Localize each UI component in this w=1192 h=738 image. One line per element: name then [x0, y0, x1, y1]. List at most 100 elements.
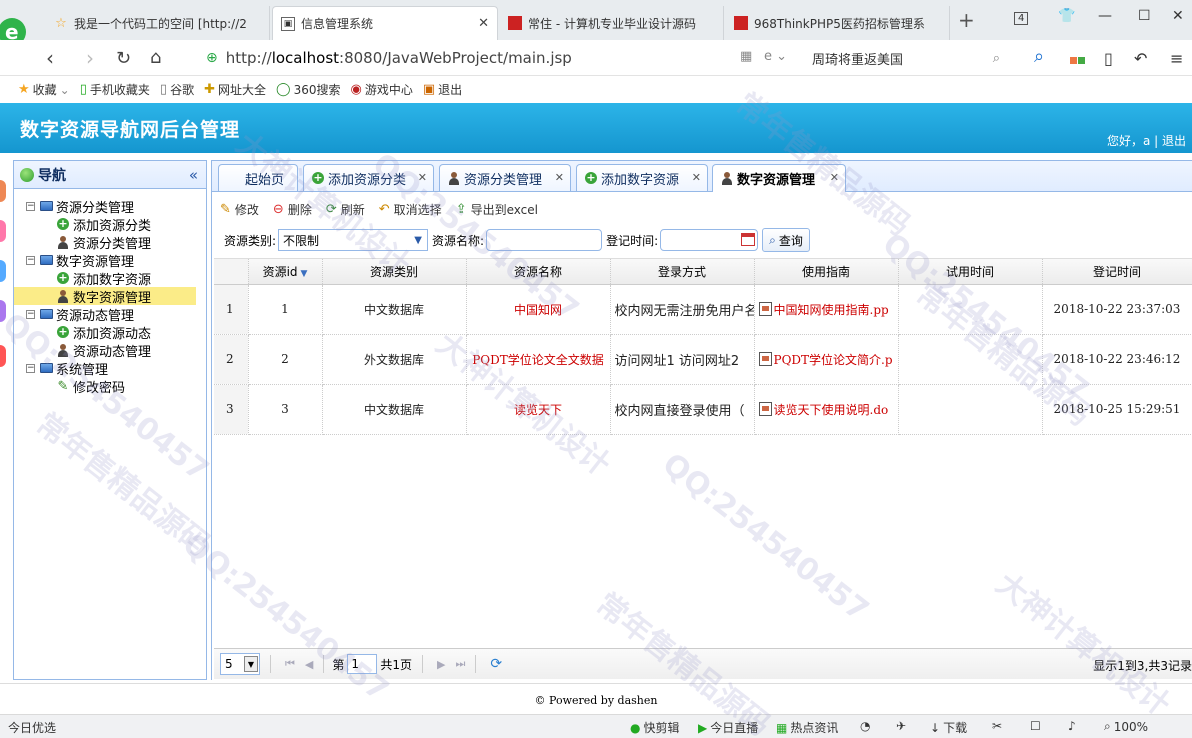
column-header-guide[interactable]: 使用指南 [754, 259, 899, 285]
bookmark-games[interactable]: ◉ 游戏中心 [350, 81, 412, 98]
tree-group-news[interactable]: − 资源动态管理 [14, 305, 206, 324]
browser-tab-4[interactable]: 968ThinkPHP5医药招标管理系 [726, 6, 950, 40]
refresh-icon[interactable]: ⟳ [490, 656, 502, 672]
tab-manage-category[interactable]: 资源分类管理 ✕ [439, 164, 571, 191]
column-header-trial[interactable]: 试用时间 [898, 259, 1043, 285]
bookmark-mobile[interactable]: ▯ 手机收藏夹 [80, 81, 150, 98]
column-header-time[interactable]: 登记时间 [1042, 259, 1192, 285]
maximize-button[interactable]: ☐ [1138, 8, 1151, 24]
new-tab-button[interactable]: + [958, 10, 975, 30]
bookmark-360[interactable]: ◯ 360搜索 [276, 81, 340, 98]
shirt-icon[interactable]: 👕 [1058, 8, 1075, 24]
tree-group-category[interactable]: − 资源分类管理 [14, 197, 206, 216]
back-icon[interactable]: ‹ [46, 46, 54, 70]
query-button[interactable]: ⌕ 查询 [762, 228, 810, 252]
export-button[interactable]: ⇪ 导出到excel [456, 201, 538, 218]
status-speed-icon[interactable]: ◔ [860, 719, 870, 733]
table-row[interactable]: 3 3 中文数据库 读览天下 校内网直接登录使用（ 读览天下使用说明.do 20… [214, 384, 1192, 435]
close-window-button[interactable]: ✕ [1172, 8, 1184, 24]
forward-icon[interactable]: › [86, 46, 94, 70]
column-header-id[interactable]: 资源id ▼ [248, 259, 323, 285]
browser-tab-1[interactable]: ☆ 我是一个代码工的空间 [http://2 [46, 6, 270, 40]
status-window-icon[interactable]: ☐ [1030, 719, 1041, 733]
bookmark-google[interactable]: ▯ 谷歌 [160, 81, 194, 98]
prev-page-button[interactable]: ◀ [305, 658, 313, 671]
menu-icon[interactable]: ≡ [1170, 49, 1183, 68]
home-icon[interactable]: ⌂ [150, 47, 161, 68]
tree-item-add-news[interactable]: + 添加资源动态 [14, 323, 206, 342]
phone-icon[interactable]: ▯ [1104, 49, 1113, 68]
grid-icon[interactable]: ▦ [740, 49, 752, 64]
unselect-button[interactable]: ↶ 取消选择 [379, 201, 442, 218]
table-row[interactable]: 2 2 外文数据库 PQDT学位论文全文数据 访问网址1 访问网址2 PQDT学… [214, 334, 1192, 385]
side-app-icon[interactable] [0, 260, 6, 282]
collapse-toggle-icon[interactable]: − [26, 309, 35, 319]
greeting-logout[interactable]: 您好，a | 退出 [1107, 132, 1186, 149]
side-app-icon[interactable] [0, 300, 6, 322]
collapse-toggle-icon[interactable]: − [26, 255, 35, 265]
status-screenshot-icon[interactable]: ✂ [992, 719, 1002, 733]
page-size-select[interactable]: 5 ▼ [220, 653, 260, 675]
bookmark-exit[interactable]: ▣ 退出 [423, 81, 462, 98]
close-tab-icon[interactable]: ✕ [555, 171, 564, 184]
calendar-icon[interactable] [741, 233, 756, 246]
status-download[interactable]: ↓ 下载 [930, 719, 967, 736]
status-news[interactable]: ▦ 热点资讯 [776, 719, 838, 736]
tab-manage-resource[interactable]: 数字资源管理 ✕ [712, 164, 846, 192]
table-row[interactable]: 1 1 中文数据库 中国知网 校内网无需注册免用户名 中国知网使用指南.pp 2… [214, 284, 1192, 335]
tree-group-system[interactable]: − 系统管理 [14, 359, 206, 378]
status-zoom[interactable]: ⌕ 100% [1104, 719, 1148, 734]
refresh-button[interactable]: ⟳ 刷新 [326, 201, 365, 218]
page-number-input[interactable]: 1 [347, 654, 378, 674]
tree-item-change-password[interactable]: ✎ 修改密码 [14, 377, 206, 396]
date-input[interactable] [660, 229, 759, 251]
next-page-button[interactable]: ▶ [437, 658, 445, 671]
type-select[interactable]: 不限制 ▼ [278, 229, 429, 251]
cell-guide[interactable]: PQDT学位论文简介.p [754, 334, 899, 385]
collapse-toggle-icon[interactable]: − [26, 363, 35, 373]
apps-icon[interactable] [1070, 49, 1085, 68]
status-sound-icon[interactable]: ♪ [1068, 719, 1076, 733]
collapse-toggle-icon[interactable]: − [26, 201, 35, 211]
tab-count-badge[interactable]: 4 [1014, 12, 1029, 25]
first-page-button[interactable]: ⏮ [285, 657, 295, 671]
close-tab-icon[interactable]: ✕ [478, 16, 489, 31]
undo-icon[interactable]: ↶ [1134, 49, 1147, 68]
tree-item-manage-resource[interactable]: 数字资源管理 [14, 287, 196, 306]
last-page-button[interactable]: ⏭ [456, 657, 466, 671]
tab-home[interactable]: 起始页 [218, 164, 298, 191]
column-header-type[interactable]: 资源类别 [322, 259, 467, 285]
search-input[interactable]: 周琦将重返美国 ⌕ [812, 47, 1012, 69]
side-app-icon[interactable] [0, 345, 6, 367]
close-tab-icon[interactable]: ✕ [692, 171, 701, 184]
collapse-icon[interactable]: « [189, 166, 198, 184]
tab-add-resource[interactable]: + 添加数字资源 ✕ [576, 164, 708, 191]
bookmark-favorites[interactable]: ★ 收藏 ⌄ [18, 81, 70, 98]
ie-icon[interactable]: e ⌄ [764, 49, 787, 64]
status-pin-icon[interactable]: ✈ [896, 719, 906, 733]
tree-item-add-category[interactable]: + 添加资源分类 [14, 215, 206, 234]
delete-button[interactable]: ⊖ 删除 [273, 201, 312, 218]
cell-guide[interactable]: 中国知网使用指南.pp [754, 284, 899, 335]
column-header-login[interactable]: 登录方式 [610, 259, 755, 285]
tree-item-add-resource[interactable]: + 添加数字资源 [14, 269, 206, 288]
browser-tab-2[interactable]: ▣ 信息管理系统 ✕ [272, 6, 498, 40]
bookmark-sites[interactable]: ✚ 网址大全 [204, 81, 266, 98]
close-tab-icon[interactable]: ✕ [418, 171, 427, 184]
edit-button[interactable]: ✎ 修改 [220, 201, 259, 218]
close-tab-icon[interactable]: ✕ [830, 171, 839, 184]
search-go-icon[interactable]: ⌕ [1034, 46, 1044, 67]
browser-tab-3[interactable]: 常住 - 计算机专业毕业设计源码 [500, 6, 724, 40]
side-app-icon[interactable] [0, 220, 6, 242]
name-input[interactable] [486, 229, 603, 251]
tree-group-resource[interactable]: − 数字资源管理 [14, 251, 206, 270]
column-header-name[interactable]: 资源名称 [466, 259, 611, 285]
tree-item-manage-category[interactable]: 资源分类管理 [14, 233, 206, 252]
tree-item-manage-news[interactable]: 资源动态管理 [14, 341, 206, 360]
cell-guide[interactable]: 读览天下使用说明.do [754, 384, 899, 435]
minimize-button[interactable]: — [1098, 8, 1112, 24]
status-quick-edit[interactable]: ● 快剪辑 [630, 719, 680, 736]
reload-icon[interactable]: ↻ [116, 48, 131, 69]
status-left[interactable]: 今日优选 [8, 719, 56, 736]
url-field[interactable]: ⊕ http://localhost:8080/JavaWebProject/m… [206, 47, 806, 69]
